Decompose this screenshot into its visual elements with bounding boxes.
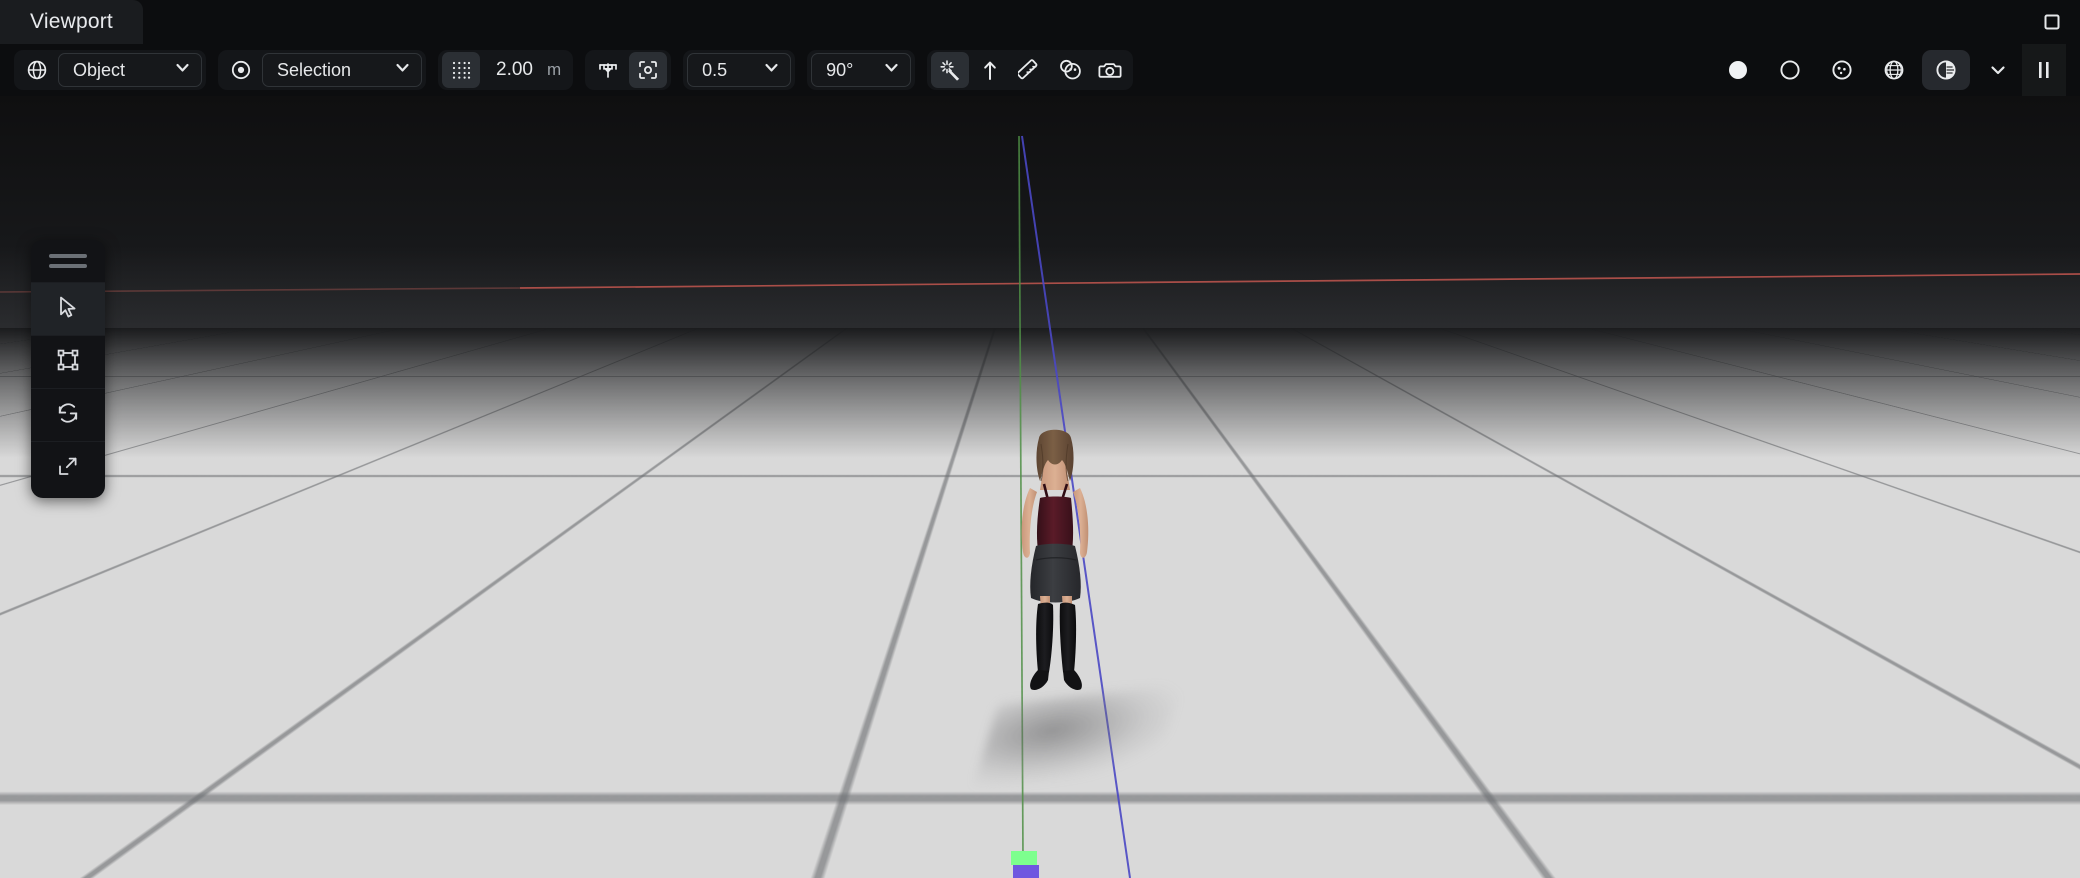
grid-size-field[interactable]: 2.00 m [482,52,569,88]
tab-viewport[interactable]: Viewport [0,0,143,44]
tool-palette [31,240,105,498]
move-increment-select[interactable]: 0.5 [687,53,792,87]
pivot-mode-select[interactable]: Selection [262,53,422,87]
rotate-arrows-icon [55,400,81,431]
rotate-increment-group: 90° [807,50,916,90]
chevron-down-icon[interactable] [1974,50,2022,90]
drag-handle-icon[interactable] [31,240,105,282]
grid-size-unit: m [546,60,562,79]
move-increment-value: 0.5 [702,59,728,80]
shading-outline-icon[interactable] [1766,50,1814,90]
pivot-mode-group: Selection [218,50,426,90]
rotate-increment-value: 90° [826,59,854,80]
transform-space-group: Object [14,50,206,90]
snap-tools-group [585,50,672,90]
scale-expand-icon [55,453,81,484]
target-dot-icon[interactable] [222,52,260,88]
chevron-down-icon [174,59,191,81]
shading-rendered-icon[interactable] [1922,50,1970,90]
transform-space-select[interactable]: Object [58,53,202,87]
dotted-grid-icon[interactable] [442,52,480,88]
gizmo-blue-handle[interactable] [1013,865,1039,878]
magic-wand-icon[interactable] [931,52,970,88]
main-toolbar: Object Selection 2.00 m 0.5 90° [0,44,2080,96]
tab-viewport-label: Viewport [30,10,113,33]
female-character-model[interactable] [1000,426,1110,716]
shading-modes-group [1714,50,2022,90]
3d-scene-viewport[interactable] [0,96,2080,878]
shading-texture-icon[interactable] [1818,50,1866,90]
focus-object-icon[interactable] [629,52,668,88]
physics-icon[interactable] [1051,52,1089,88]
title-bar: Viewport [0,0,2080,44]
transform-space-value: Object [73,59,126,80]
camera-icon[interactable] [1091,52,1129,88]
scale-tool[interactable] [31,441,105,494]
tab-strip: Viewport [0,0,143,44]
chevron-down-icon [763,59,780,81]
grid-size-value: 2.00 [496,59,533,80]
bounding-box-icon [55,347,81,378]
viewport-window: Viewport Object Selection 2.00 m 0.5 90° [0,0,2080,878]
normal-arrow-icon[interactable] [971,52,1009,88]
chevron-down-icon [394,59,411,81]
rotate-tool[interactable] [31,388,105,441]
globe-icon[interactable] [18,52,56,88]
shading-wireframe-globe-icon[interactable] [1870,50,1918,90]
maximize-square-icon[interactable] [2024,0,2080,44]
cursor-arrow-icon [55,294,81,325]
select-cursor-tool[interactable] [31,282,105,335]
pivot-mode-value: Selection [277,59,352,80]
shading-solid-icon[interactable] [1714,50,1762,90]
gizmo-green-handle[interactable] [1011,851,1037,865]
rotate-increment-select[interactable]: 90° [811,53,912,87]
snap-vertex-icon[interactable] [589,52,627,88]
grid-snap-group: 2.00 m [438,50,574,90]
ruler-icon[interactable] [1011,52,1049,88]
pause-icon[interactable] [2022,44,2066,96]
move-increment-group: 0.5 [683,50,796,90]
chevron-down-icon [883,59,900,81]
action-tools-group [927,50,1134,90]
move-tool[interactable] [31,335,105,388]
